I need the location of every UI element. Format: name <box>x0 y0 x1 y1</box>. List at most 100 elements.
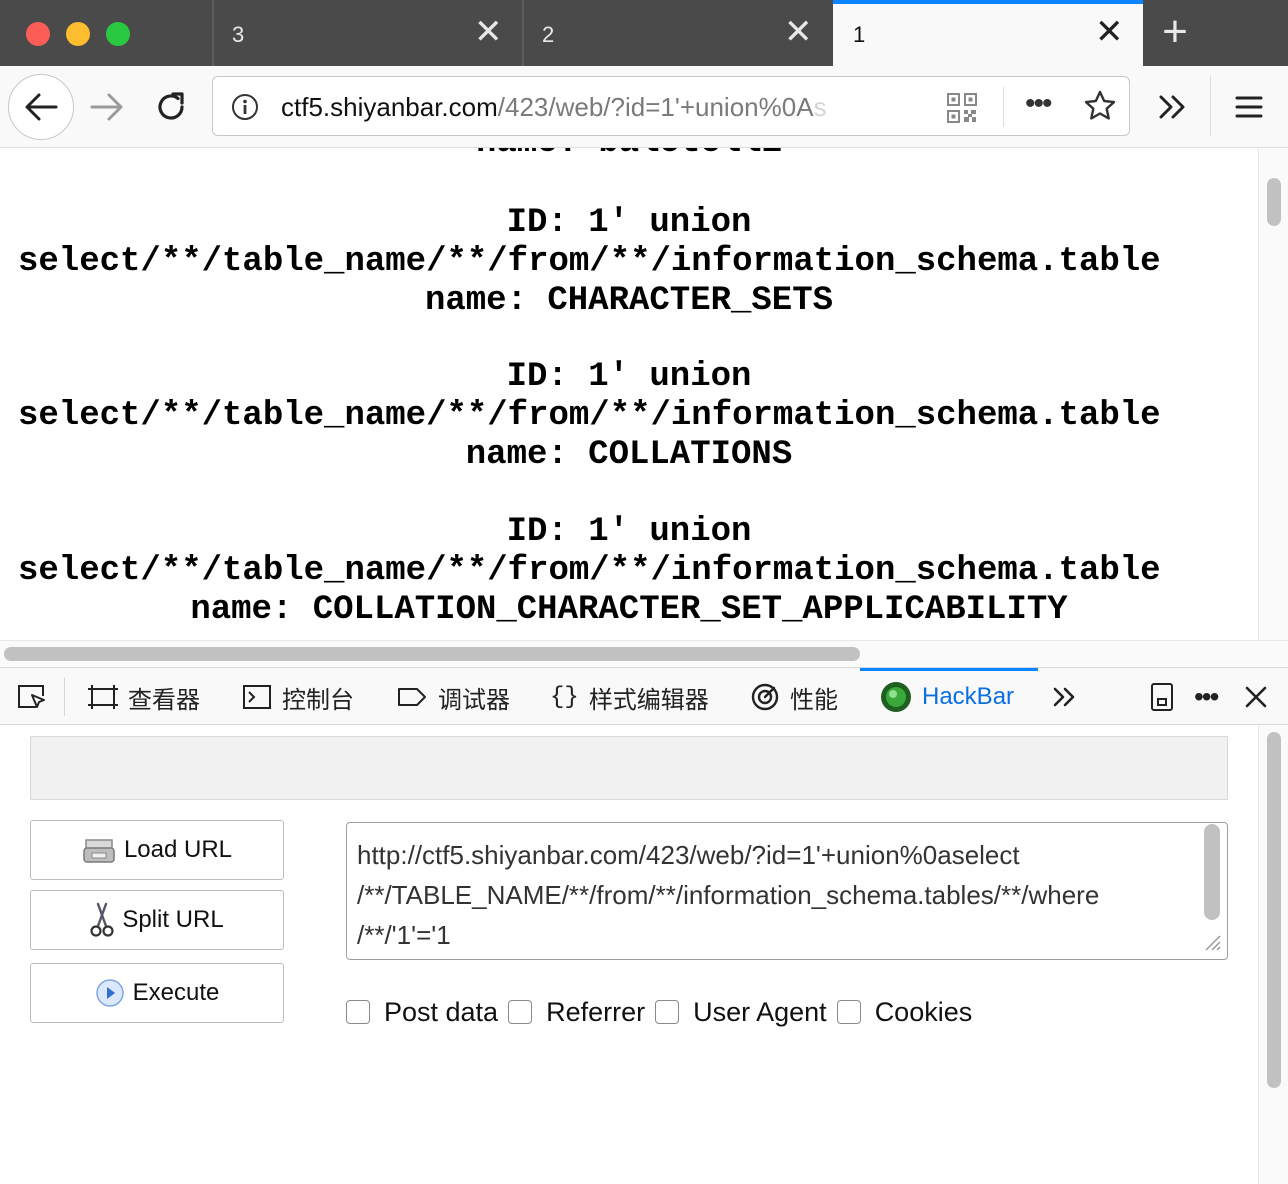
execute-button[interactable]: Execute <box>30 963 284 1023</box>
navigation-toolbar: ctf5.shiyanbar.com/423/web/?id=1'+union%… <box>0 66 1288 148</box>
element-picker-icon <box>18 685 45 708</box>
checkbox-box[interactable] <box>508 1000 533 1024</box>
textarea-scrollbar[interactable] <box>1204 824 1220 924</box>
button-label: Split URL <box>122 906 224 933</box>
element-picker-button[interactable] <box>16 668 48 726</box>
hackbar-vertical-scrollbar[interactable] <box>1258 726 1288 1184</box>
tab-debugger[interactable]: 调试器 <box>396 668 510 726</box>
tab-label: HackBar <box>922 683 1015 710</box>
split-url-button[interactable]: Split URL <box>30 890 284 950</box>
page-actions-icon[interactable]: ••• <box>1025 89 1052 119</box>
tab-3[interactable]: 3 ✕ <box>212 0 522 66</box>
tab-inspector[interactable]: 查看器 <box>88 668 200 726</box>
load-url-button[interactable]: Load URL <box>30 820 284 880</box>
tab-1[interactable]: 1 ✕ <box>833 0 1143 66</box>
devtools-options-icon[interactable]: ••• <box>1194 668 1219 726</box>
tab-performance[interactable]: 性能 <box>750 668 838 726</box>
new-tab-button[interactable]: + <box>1152 10 1198 54</box>
url-line: http://ctf5.shiyanbar.com/423/web/?id=1'… <box>357 840 1020 870</box>
dock-toggle-button[interactable] <box>1150 668 1174 726</box>
arrow-right-icon <box>90 93 123 121</box>
devtools-close-button[interactable] <box>1244 668 1268 726</box>
scrollbar-thumb[interactable] <box>1204 824 1220 920</box>
close-icon[interactable]: ✕ <box>474 15 503 49</box>
result-id-line: ID: 1' union <box>506 358 752 396</box>
resize-grip-icon[interactable] <box>1202 932 1222 952</box>
page-horizontal-scrollbar[interactable] <box>0 640 1288 666</box>
info-icon[interactable] <box>231 93 259 121</box>
checkbox-box[interactable] <box>655 1000 680 1024</box>
window-zoom-button[interactable] <box>106 22 130 46</box>
button-label: Execute <box>132 979 220 1006</box>
scissors-icon <box>90 902 114 937</box>
window-close-button[interactable] <box>26 22 50 46</box>
referrer-checkbox[interactable]: Referrer <box>508 997 645 1028</box>
header-options: Post data Referrer User Agent Cookies <box>346 992 982 1032</box>
url-path: /423/web/?id=1'+union%0A <box>497 92 814 122</box>
address-bar[interactable]: ctf5.shiyanbar.com/423/web/?id=1'+union%… <box>212 76 1130 136</box>
checkbox-box[interactable] <box>346 1000 370 1024</box>
tab-style-editor[interactable]: {} 样式编辑器 <box>550 668 709 726</box>
url-text[interactable]: ctf5.shiyanbar.com/423/web/?id=1'+union%… <box>281 92 891 124</box>
more-tools-button[interactable] <box>1052 668 1078 726</box>
reload-icon <box>158 92 184 120</box>
tab-2[interactable]: 2 ✕ <box>522 0 832 66</box>
scrollbar-thumb[interactable] <box>1267 732 1281 1088</box>
play-icon <box>95 979 124 1007</box>
window-minimize-button[interactable] <box>66 22 90 46</box>
url-line: /**/'1'='1 <box>357 920 451 950</box>
forward-button[interactable] <box>82 82 132 132</box>
reload-button[interactable] <box>146 82 196 132</box>
arrow-left-icon <box>25 93 58 121</box>
tab-label: 3 <box>232 22 245 47</box>
hackbar-icon <box>881 682 911 712</box>
result-name-line: name: COLLATION_CHARACTER_SET_APPLICABIL… <box>190 591 1068 629</box>
tab-strip: 3 ✕ 2 ✕ 1 ✕ + <box>0 0 1288 66</box>
toolbar-separator <box>64 678 65 716</box>
close-icon[interactable]: ✕ <box>784 15 813 49</box>
tab-separator <box>522 0 524 66</box>
tab-label: 性能 <box>790 686 838 714</box>
qr-code-icon[interactable] <box>947 93 977 123</box>
close-icon <box>1245 686 1267 708</box>
load-url-icon <box>83 839 115 863</box>
checkbox-label: User Agent <box>693 996 827 1027</box>
result-block: ID: 1' union select/**/table_name/**/fro… <box>0 513 1258 630</box>
performance-icon <box>751 683 779 711</box>
tab-console[interactable]: 控制台 <box>242 668 354 726</box>
back-button[interactable] <box>8 74 74 140</box>
url-host: ctf5.shiyanbar.com <box>281 92 498 122</box>
hamburger-menu-button[interactable] <box>1224 82 1274 132</box>
result-name-line: name: COLLATIONS <box>465 436 793 474</box>
checkbox-label: Post data <box>384 996 499 1027</box>
post-data-checkbox[interactable]: Post data <box>346 997 498 1028</box>
checkbox-label: Cookies <box>874 996 973 1027</box>
url-divider <box>1003 87 1004 127</box>
cookies-checkbox[interactable]: Cookies <box>836 996 973 1028</box>
result-id-line: ID: 1' union <box>506 513 752 551</box>
button-label: Load URL <box>123 836 233 863</box>
checkbox-label: Referrer <box>546 996 646 1027</box>
scrollbar-thumb[interactable] <box>4 647 860 661</box>
devtools-toolbar: 查看器 控制台 调试器 {} 样式编辑器 性能 HackBar ••• <box>0 667 1288 725</box>
url-line: /**/TABLE_NAME/**/from/**/information_sc… <box>357 880 1100 910</box>
scrollbar-thumb[interactable] <box>1267 178 1281 226</box>
page-content: name: balotelli ID: 1' union select/**/t… <box>0 148 1258 640</box>
style-editor-icon: {} <box>550 683 579 711</box>
url-textarea[interactable]: http://ctf5.shiyanbar.com/423/web/?id=1'… <box>346 822 1228 960</box>
debugger-icon <box>398 688 426 706</box>
close-icon[interactable]: ✕ <box>1095 15 1124 49</box>
tab-hackbar[interactable]: HackBar <box>860 668 1038 726</box>
tab-label: 1 <box>853 22 866 47</box>
user-agent-checkbox[interactable]: User Agent <box>655 997 827 1028</box>
result-query-line: select/**/table_name/**/from/**/informat… <box>18 243 1161 281</box>
active-tab-indicator <box>860 668 1038 671</box>
checkbox-box[interactable] <box>836 1000 861 1024</box>
hackbar-info-field[interactable] <box>30 736 1228 800</box>
overflow-menu-button[interactable] <box>1148 82 1198 132</box>
double-chevron-right-icon <box>1053 687 1075 707</box>
result-query-line: select/**/table_name/**/from/**/informat… <box>18 552 1161 590</box>
tab-label: 调试器 <box>438 686 510 714</box>
bookmark-star-icon[interactable] <box>1083 89 1117 123</box>
page-vertical-scrollbar[interactable] <box>1258 148 1288 640</box>
